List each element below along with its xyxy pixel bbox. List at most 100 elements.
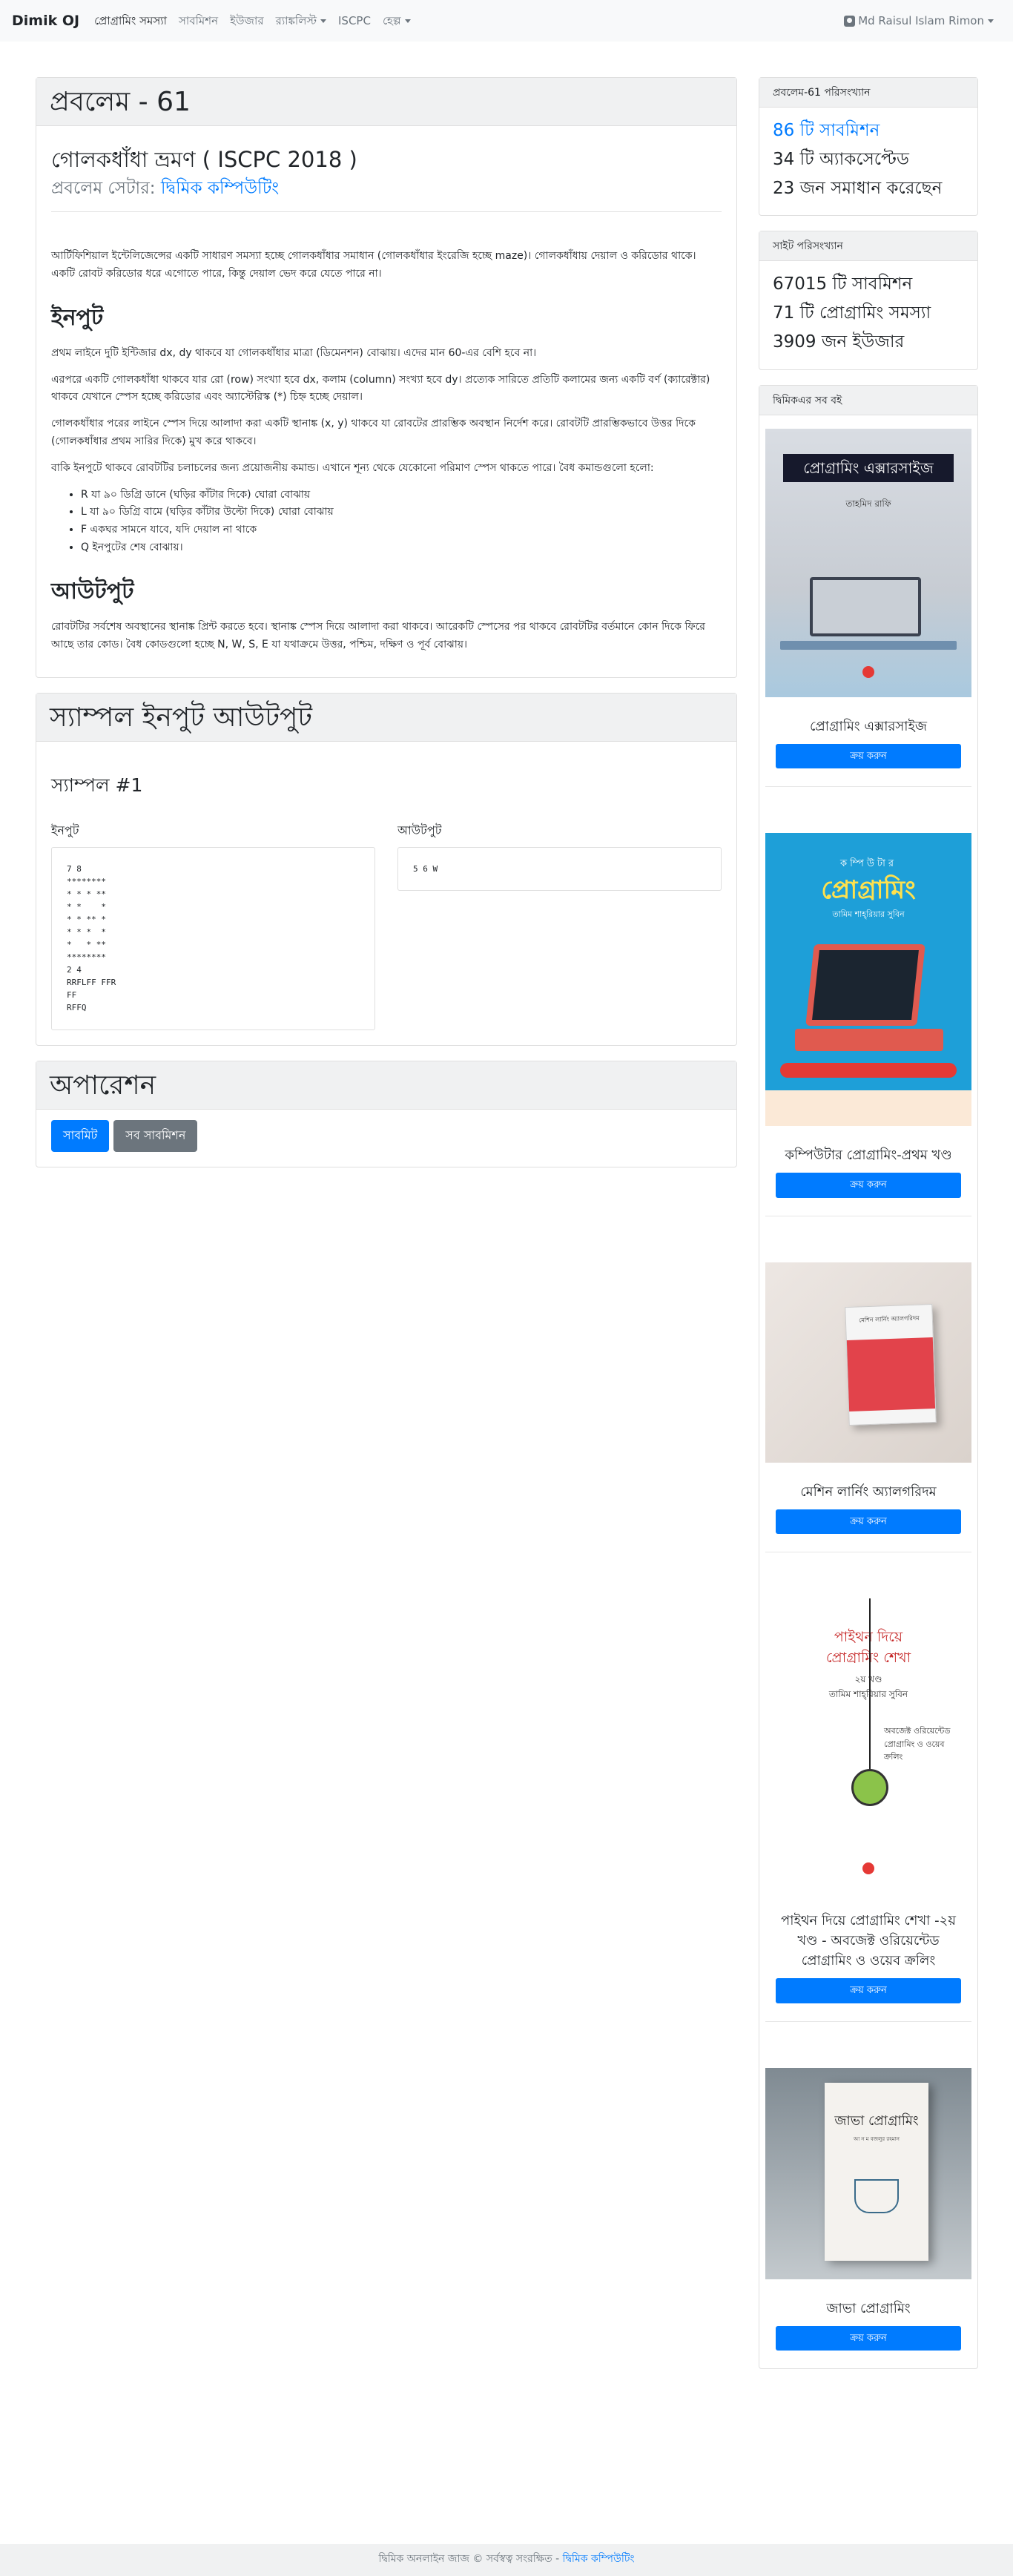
top-navbar: Dimik OJ প্রোগ্রামিং সমস্যা সাবমিশন ইউজা… <box>0 0 1013 42</box>
operation-heading: অপারেশন <box>50 1070 156 1101</box>
sample-input-col: ইনপুট 7 8 ******** * * * ** * * * * * **… <box>51 822 375 1030</box>
books-header: দ্বিমিকএর সব বই <box>759 385 977 415</box>
chevron-down-icon <box>988 19 994 23</box>
laptop-illustration <box>805 944 925 1027</box>
sample-io: ইনপুট 7 8 ******** * * * ** * * * * * **… <box>51 822 722 1030</box>
footer-text: দ্বিমিক অনলাইন জাজ © সর্বস্বত্ব সংরক্ষিত… <box>378 2553 560 2565</box>
command-item: R যা ৯০ ডিগ্রি ডানে (ঘড়ির কাঁটার দিকে) … <box>81 487 722 504</box>
buy-button[interactable]: ক্রয় করুন <box>776 1509 961 1535</box>
problem-title: গোলকধাঁধা ভ্রমণ ( ISCPC 2018 ) <box>51 147 357 172</box>
input-paragraph: গোলকধাঁধার পরের লাইনে স্পেস দিয়ে আলাদা … <box>51 418 696 448</box>
nav-submissions[interactable]: সাবমিশন <box>179 13 218 30</box>
operation-header: অপারেশন <box>36 1061 736 1110</box>
nav-ranklist[interactable]: র‍্যাঙ্কলিস্ট <box>276 13 326 30</box>
book-title: কম্পিউটার প্রোগ্রামিং-প্রথম খণ্ড <box>785 1147 952 1164</box>
cover-footer <box>765 1090 971 1127</box>
book-photo: জাভা প্রোগ্রামিং আ ন ম বজলুর রহমান <box>825 2082 928 2261</box>
keyboard-illustration <box>795 1029 943 1052</box>
site-stats-card: সাইট পরিসংখ্যান 67015 টি সাবমিশন 71 টি প… <box>759 231 978 370</box>
nav-help-label: হেল্প <box>382 13 401 27</box>
nav-help[interactable]: হেল্প <box>383 13 411 30</box>
sample-title: স্যাম্পল #1 <box>51 774 143 797</box>
book-title: প্রোগ্রামিং এক্সারসাইজ <box>810 718 927 734</box>
sample-input-box[interactable]: 7 8 ******** * * * ** * * * * * ** * * *… <box>51 846 375 1030</box>
problem-body: গোলকধাঁধা ভ্রমণ ( ISCPC 2018 ) প্রবলেম স… <box>36 126 736 677</box>
sample-output-col: আউটপুট 5 6 W <box>397 822 722 1030</box>
nav-iscpc[interactable]: ISCPC <box>338 13 371 30</box>
problem-stats-header: প্রবলেম-61 পরিসংখ্যান <box>759 78 977 108</box>
chevron-down-icon <box>404 19 411 23</box>
setter-link[interactable]: দ্বিমিক কম্পিউটিং <box>161 179 279 198</box>
user-name: Md Raisul Islam Rimon <box>858 13 984 27</box>
cover-title: পাইথন দিয়ে <box>834 1629 903 1646</box>
site-stats-body: 67015 টি সাবমিশন 71 টি প্রোগ্রামিং সমস্য… <box>759 261 977 369</box>
input-paragraph: বাকি ইনপুটে থাকবে রোবটটির চলাচলের জন্য প… <box>51 461 654 474</box>
sample-heading: স্যাম্পল ইনপুট আউটপুট <box>50 702 313 734</box>
submissions-link[interactable]: 86 টি সাবমিশন <box>773 116 964 145</box>
problem-number: প্রবলেম - 61 <box>50 87 191 117</box>
book-title: মেশিন লার্নিং অ্যালগরিদম <box>800 1483 937 1500</box>
sample-output-box[interactable]: 5 6 W <box>397 846 722 891</box>
book-cover[interactable]: কম্পিউটার প্রোগ্রামিং তামিম শাহ্‌রিয়ার … <box>765 833 971 1127</box>
cover-title: মেশিন লার্নিং অ্যালগরিদম <box>858 1314 920 1324</box>
accepted-count: 34 টি অ্যাকসেপ্টেড <box>773 150 909 170</box>
input-heading: ইনপুট <box>51 304 104 331</box>
sample-input-label: ইনপুট <box>51 823 79 837</box>
sample-output-label: আউটপুট <box>397 823 442 837</box>
spider-icon <box>851 1769 888 1807</box>
laptop-illustration <box>810 576 921 636</box>
cover-subtitle: অবজেক্ট ওরিয়েন্টেড প্রোগ্রামিং ও ওয়েব … <box>884 1726 951 1762</box>
coffee-cup-illustration <box>854 2178 899 2213</box>
book-cover[interactable]: মেশিন লার্নিং অ্যালগরিদম <box>765 1262 971 1463</box>
footer-link[interactable]: দ্বিমিক কম্পিউটিং <box>563 2553 635 2565</box>
solved-count: 23 জন সমাধান করেছেন <box>773 179 943 199</box>
book-item: প্রোগ্রামিং এক্সারসাইজ তাহমিদ রাফি প্রোগ… <box>765 415 971 788</box>
divider <box>51 211 722 213</box>
user-icon <box>844 15 856 27</box>
buy-button[interactable]: ক্রয় করুন <box>776 743 961 769</box>
output-paragraph: রোবটটির সর্বশেষ অবস্থানের স্থানাঙ্ক প্রি… <box>51 620 705 650</box>
buy-button[interactable]: ক্রয় করুন <box>776 2325 961 2351</box>
book-cover[interactable]: পাইথন দিয়ে প্রোগ্রামিং শেখা ২য় খণ্ড তা… <box>765 1598 971 1892</box>
nav-problems[interactable]: প্রোগ্রামিং সমস্যা <box>94 13 167 30</box>
user-menu[interactable]: Md Raisul Islam Rimon <box>844 13 994 30</box>
problem-intro: আর্টিফিশিয়াল ইন্টেলিজেন্সের একটি সাধারণ… <box>51 250 696 280</box>
operation-body: সাবমিট সব সাবমিশন <box>36 1110 736 1167</box>
buy-button[interactable]: ক্রয় করুন <box>776 1173 961 1198</box>
cover-author: তাহমিদ রাফি <box>845 498 891 509</box>
cover-subtitle: কম্পিউটার <box>839 858 897 870</box>
cover-band <box>846 1337 936 1411</box>
nav-users[interactable]: ইউজার <box>230 13 264 30</box>
command-list: R যা ৯০ ডিগ্রি ডানে (ঘড়ির কাঁটার দিকে) … <box>81 487 722 557</box>
problem-stats-card: প্রবলেম-61 পরিসংখ্যান 86 টি সাবমিশন 34 ট… <box>759 77 978 217</box>
sidebar: প্রবলেম-61 পরিসংখ্যান 86 টি সাবমিশন 34 ট… <box>759 77 978 2384</box>
book-item: পাইথন দিয়ে প্রোগ্রামিং শেখা ২য় খণ্ড তা… <box>765 1585 971 2022</box>
problem-card: প্রবলেম - 61 গোলকধাঁধা ভ্রমণ ( ISCPC 201… <box>36 77 737 679</box>
command-item: F একঘর সামনে যাবে, যদি দেয়াল না থাকে <box>81 521 722 539</box>
problem-header: প্রবলেম - 61 <box>36 78 736 126</box>
all-submissions-button[interactable]: সব সাবমিশন <box>113 1119 198 1152</box>
cover-title: প্রোগ্রামিং শেখা <box>825 1650 911 1667</box>
book-item: কম্পিউটার প্রোগ্রামিং তামিম শাহ্‌রিয়ার … <box>765 820 971 1216</box>
main-column: প্রবলেম - 61 গোলকধাঁধা ভ্রমণ ( ISCPC 201… <box>36 77 737 1182</box>
site-submissions: 67015 টি সাবমিশন <box>773 274 913 294</box>
site-stats-header: সাইট পরিসংখ্যান <box>759 231 977 262</box>
command-item: Q ইনপুটের শেষ বোঝায়। <box>81 539 722 557</box>
sample-header: স্যাম্পল ইনপুট আউটপুট <box>36 694 736 742</box>
sample-body: স্যাম্পল #1 ইনপুট 7 8 ******** * * * ** … <box>36 742 736 1044</box>
book-cover[interactable]: প্রোগ্রামিং এক্সারসাইজ তাহমিদ রাফি <box>765 428 971 697</box>
buy-button[interactable]: ক্রয় করুন <box>776 1978 961 2003</box>
spider-thread <box>869 1598 871 1777</box>
cover-title: জাভা প্রোগ্রামিং <box>834 2112 919 2129</box>
input-paragraph: প্রথম লাইনে দুটি ইন্টিজার dx, dy থাকবে য… <box>51 346 537 359</box>
book-cover[interactable]: জাভা প্রোগ্রামিং আ ন ম বজলুর রহমান <box>765 2067 971 2279</box>
books-card: দ্বিমিকএর সব বই প্রোগ্রামিং এক্সারসাইজ ত… <box>759 384 978 2370</box>
publisher-logo <box>862 665 874 678</box>
brand-logo[interactable]: Dimik OJ <box>12 10 79 32</box>
site-problems: 71 টি প্রোগ্রামিং সমস্যা <box>773 303 931 323</box>
cover-banner <box>780 1063 957 1078</box>
output-heading: আউটপুট <box>51 578 134 605</box>
cover-volume: ২য় খণ্ড <box>854 1674 882 1685</box>
input-paragraph: এরপরে একটি গোলকধাঁধা থাকবে যার রো (row) … <box>51 373 710 403</box>
submit-button[interactable]: সাবমিট <box>51 1119 110 1152</box>
